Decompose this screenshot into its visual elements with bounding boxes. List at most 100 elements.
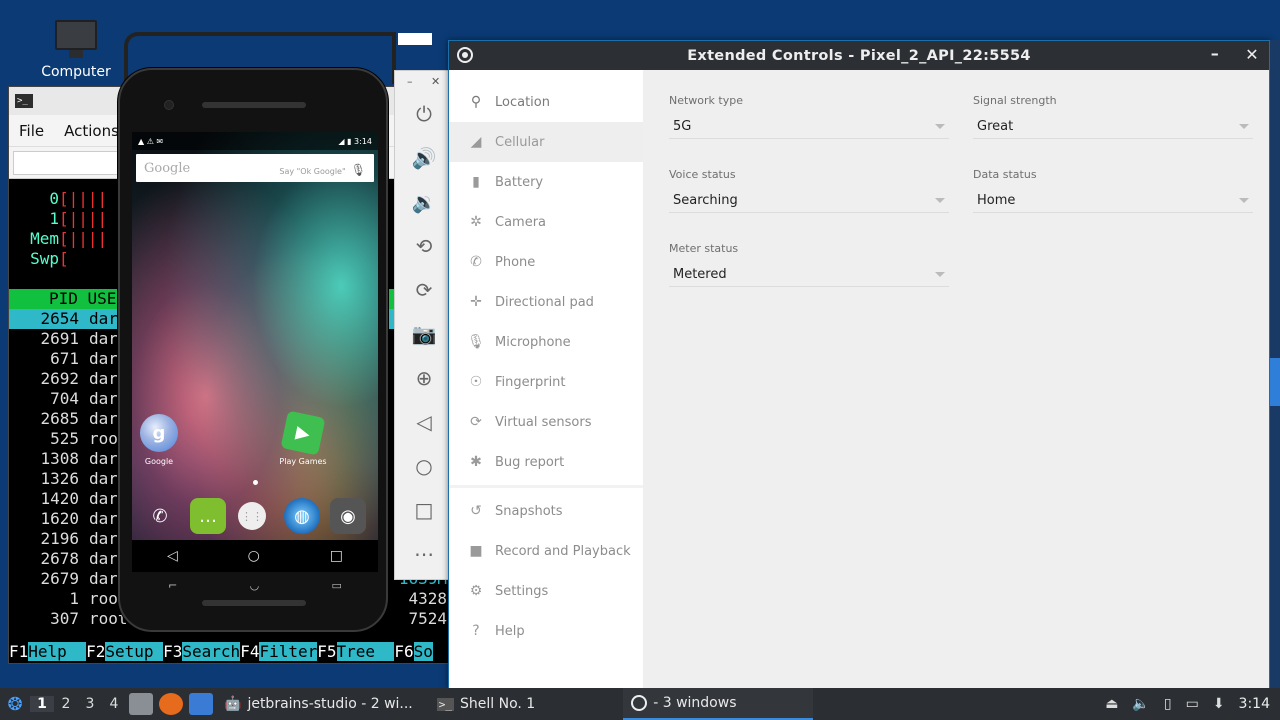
voice-status-select[interactable]: Searching	[669, 189, 949, 213]
fkey-key[interactable]: F2	[86, 642, 105, 661]
workspace-4[interactable]: 4	[102, 696, 126, 712]
nav-item-phone[interactable]: ✆ Phone	[449, 242, 643, 282]
fkey-label[interactable]: Filter	[259, 642, 318, 661]
clipboard-icon[interactable]: ▯	[1164, 696, 1172, 712]
eject-icon[interactable]: ⏏	[1105, 696, 1118, 712]
nav-item-snapshots[interactable]: ↺ Snapshots	[449, 491, 643, 531]
workspace-1[interactable]: 1	[30, 696, 54, 712]
record-icon: ■	[469, 543, 483, 559]
extended-controls-nav: ⚲ Location ◢ Cellular ▮ Battery ✲ Camera ✆ Phone ✛…	[449, 70, 643, 688]
location-icon: ⚲	[470, 94, 482, 110]
minimize-button[interactable]: –	[1211, 44, 1219, 63]
nav-item-help[interactable]: ? Help	[449, 611, 643, 651]
google-logo: Google	[144, 160, 191, 176]
nav-item-cellular[interactable]: ◢ Cellular	[449, 122, 643, 162]
more-icon[interactable]: ⋯	[411, 541, 437, 567]
htop-function-keys: F1Help F2Setup F3SearchF4FilterF5Tree F6…	[9, 641, 451, 663]
file-manager-icon[interactable]	[129, 693, 153, 715]
screenshot-icon[interactable]: 📷	[411, 321, 437, 347]
fkey-key[interactable]: F6	[394, 642, 413, 661]
fkey-label[interactable]: Help	[28, 642, 87, 661]
task-shell[interactable]: >_ Shell No. 1	[429, 688, 543, 720]
nav-item-bug-report[interactable]: ✱ Bug report	[449, 442, 643, 482]
volume-up-icon[interactable]: 🔊	[411, 145, 437, 171]
nav-item-settings[interactable]: ⚙ Settings	[449, 571, 643, 611]
menu-file[interactable]: File	[19, 122, 44, 140]
nav-item-record-and-playback[interactable]: ■ Record and Playback	[449, 531, 643, 571]
process-user: dar	[89, 489, 118, 508]
back-icon[interactable]: ◁	[167, 548, 178, 564]
background-window-accent	[1270, 358, 1280, 406]
process-user: dar	[89, 309, 118, 328]
nav-item-location[interactable]: ⚲ Location	[449, 82, 643, 122]
power-icon[interactable]: ⏻	[411, 101, 437, 127]
overview-icon[interactable]: □	[411, 497, 437, 523]
microphone-icon: 🎙	[467, 334, 485, 350]
fkey-label[interactable]: Tree	[336, 642, 395, 661]
meter-label: Mem	[30, 229, 59, 248]
firefox-icon[interactable]	[159, 693, 183, 715]
microphone-icon[interactable]: 🎙	[351, 163, 366, 177]
terminal-tab[interactable]	[13, 151, 133, 175]
nav-item-directional-pad[interactable]: ✛ Directional pad	[449, 282, 643, 322]
voice-status-field: Voice status Searching	[669, 168, 949, 213]
task-jetbrains-studio[interactable]: 🤖 jetbrains-studio - 2 wi...	[216, 688, 421, 720]
fkey-label[interactable]: Setup	[105, 642, 164, 661]
home-icon[interactable]: ○	[411, 453, 437, 479]
monitor-icon[interactable]: ▭	[1186, 696, 1199, 712]
nav-item-microphone[interactable]: 🎙 Microphone	[449, 322, 643, 362]
fkey-key[interactable]: F4	[240, 642, 259, 661]
close-button[interactable]: ✕	[1245, 45, 1259, 64]
emulator-toolbar: – ✕ ⏻ 🔊 🔉 ⟲ ⟳ 📷 ⊕ ◁ ○ □ ⋯	[394, 70, 450, 580]
extended-controls-window[interactable]: Extended Controls - Pixel_2_API_22:5554 …	[448, 40, 1270, 688]
taskbar-clock[interactable]: 3:14	[1239, 696, 1270, 712]
volume-icon[interactable]: 🔈	[1132, 696, 1149, 712]
nav-item-virtual-sensors[interactable]: ⟳ Virtual sensors	[449, 402, 643, 442]
nav-item-fingerprint[interactable]: ☉ Fingerprint	[449, 362, 643, 402]
phone-screen[interactable]: ▲ ⚠ ✉ ◢ ▮ 3:14 Google Say "Ok Google" 🎙 …	[132, 132, 378, 572]
process-pid: 704	[50, 389, 79, 408]
workspace-2[interactable]: 2	[54, 696, 78, 712]
start-menu-icon[interactable]: ❂	[0, 688, 30, 720]
extended-controls-titlebar[interactable]: Extended Controls - Pixel_2_API_22:5554 …	[449, 41, 1269, 70]
fkey-key[interactable]: F3	[163, 642, 182, 661]
camera-app-icon[interactable]: ◉	[330, 498, 366, 534]
desktop-icon[interactable]	[189, 693, 213, 715]
back-icon[interactable]: ◁	[411, 409, 437, 435]
phone-icon[interactable]: ✆	[142, 498, 178, 534]
task-emulator[interactable]: - 3 windows	[623, 688, 814, 720]
messages-icon[interactable]: …	[190, 498, 226, 534]
process-user: dar	[89, 329, 118, 348]
rotate-right-icon[interactable]: ⟳	[411, 277, 437, 303]
google-search-bar[interactable]: Google Say "Ok Google" 🎙	[136, 154, 374, 182]
minimize-icon[interactable]: –	[407, 75, 413, 88]
app-play-games[interactable]: ▶ Play Games	[276, 410, 330, 466]
zoom-icon[interactable]: ⊕	[411, 365, 437, 391]
recents-icon[interactable]: □	[330, 548, 343, 564]
process-pid: 1	[69, 589, 79, 608]
network-type-select[interactable]: 5G	[669, 115, 949, 139]
nav-item-battery[interactable]: ▮ Battery	[449, 162, 643, 202]
process-user: dar	[89, 349, 118, 368]
desktop-computer-icon[interactable]: Computer	[36, 16, 116, 80]
signal-strength-select[interactable]: Great	[973, 115, 1253, 139]
nav-item-camera[interactable]: ✲ Camera	[449, 202, 643, 242]
meter-status-select[interactable]: Metered	[669, 263, 949, 287]
process-user: dar	[89, 369, 118, 388]
data-status-select[interactable]: Home	[973, 189, 1253, 213]
app-drawer-icon[interactable]: ⋮⋮	[238, 502, 266, 530]
menu-actions[interactable]: Actions	[64, 122, 119, 140]
volume-down-icon[interactable]: 🔉	[411, 189, 437, 215]
fkey-key[interactable]: F5	[317, 642, 336, 661]
update-icon[interactable]: ⬇	[1213, 696, 1225, 712]
fkey-label[interactable]: So	[413, 642, 433, 661]
phone-emulator[interactable]: ▲ ⚠ ✉ ◢ ▮ 3:14 Google Say "Ok Google" 🎙 …	[118, 68, 388, 632]
browser-icon[interactable]: ◍	[284, 498, 320, 534]
workspace-3[interactable]: 3	[78, 696, 102, 712]
rotate-left-icon[interactable]: ⟲	[411, 233, 437, 259]
fkey-label[interactable]: Search	[182, 642, 241, 661]
fkey-key[interactable]: F1	[9, 642, 28, 661]
home-icon[interactable]: ○	[248, 548, 260, 564]
app-google[interactable]: g Google	[132, 414, 186, 466]
close-icon[interactable]: ✕	[431, 75, 440, 88]
